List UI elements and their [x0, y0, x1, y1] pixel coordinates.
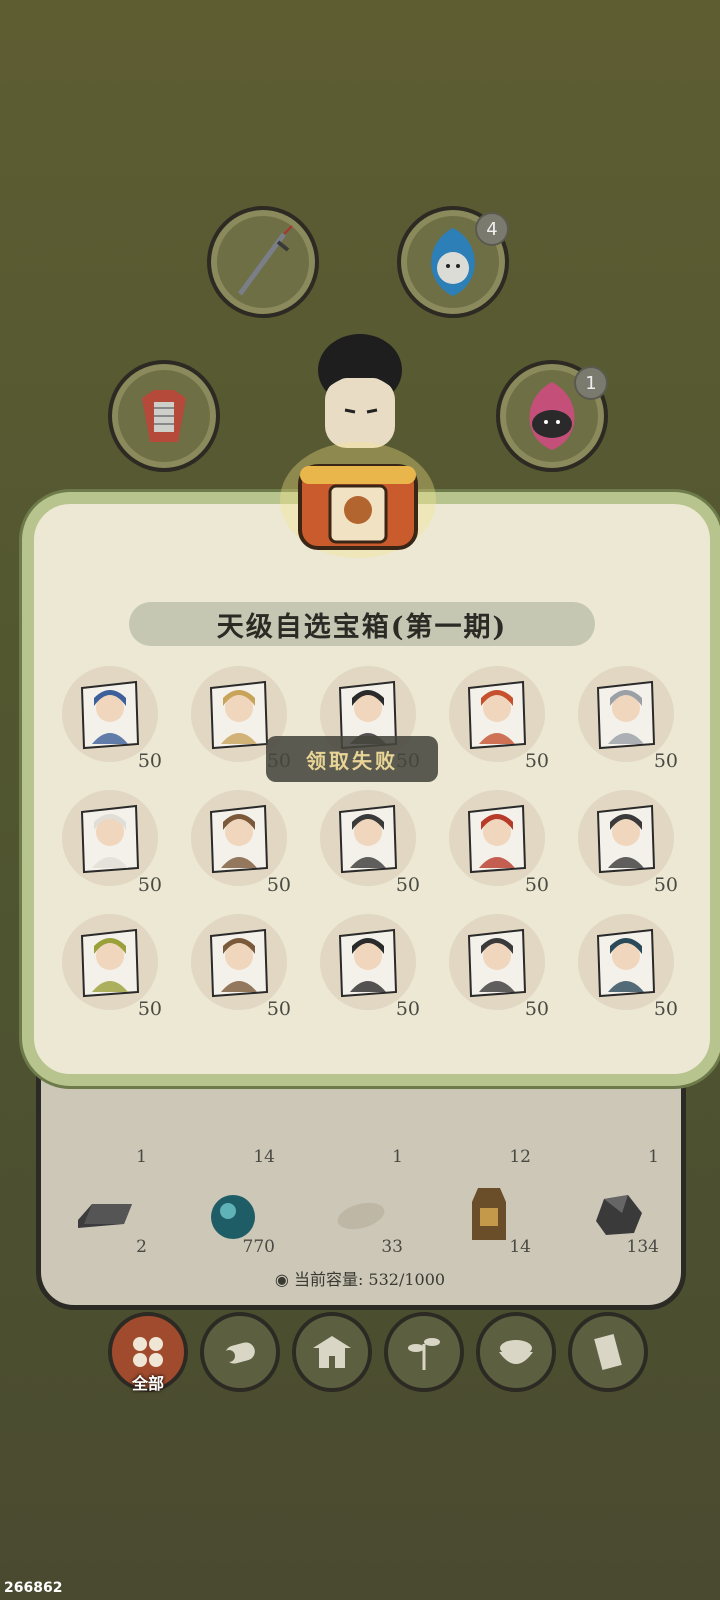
inventory-item[interactable]: 14	[185, 1085, 281, 1167]
tab-scroll[interactable]	[568, 1312, 648, 1392]
inventory-row: 1 14 1 12 1	[41, 1085, 681, 1167]
grid-icon	[133, 1337, 163, 1367]
item-count: 50	[137, 750, 162, 772]
hero-portrait-icon	[209, 680, 269, 750]
item-count: 50	[395, 874, 420, 896]
treasure-chest-icon	[280, 442, 436, 558]
reward-item[interactable]: 50	[572, 662, 682, 772]
item-count: 134	[626, 1237, 659, 1257]
reward-item[interactable]: 50	[56, 662, 166, 772]
item-count: 33	[381, 1237, 403, 1257]
hero-portrait-icon	[338, 804, 398, 874]
bowl-icon	[499, 1340, 533, 1364]
tab-food[interactable]	[476, 1312, 556, 1392]
reward-item[interactable]: 50	[56, 786, 166, 896]
item-count: 14	[509, 1237, 531, 1257]
ore-icon	[596, 1195, 642, 1235]
item-count: 14	[253, 1147, 275, 1167]
item-count: 50	[266, 874, 291, 896]
log-icon	[223, 1342, 255, 1364]
house-icon	[313, 1336, 351, 1368]
item-count: 50	[524, 750, 549, 772]
item-count: 50	[653, 998, 678, 1020]
inventory-item[interactable]: 770	[185, 1175, 281, 1257]
hero-portrait-icon	[80, 804, 140, 874]
tab-all[interactable]: 全部	[108, 1312, 188, 1393]
inventory-item[interactable]: 2	[57, 1175, 153, 1257]
item-count: 50	[266, 998, 291, 1020]
reward-item[interactable]: 50	[185, 910, 295, 1020]
item-count: 50	[137, 998, 162, 1020]
sword-icon	[237, 225, 293, 296]
spirit-blue-slot[interactable]: 4	[397, 206, 509, 318]
token-icon	[472, 1188, 506, 1240]
hero-portrait-icon	[80, 680, 140, 750]
slot-count-badge: 1	[574, 366, 608, 400]
reward-item[interactable]: 50	[443, 910, 553, 1020]
hero-portrait-icon	[596, 680, 656, 750]
tab-wood[interactable]	[200, 1312, 280, 1392]
item-count: 770	[242, 1237, 275, 1257]
hero-portrait-icon	[596, 804, 656, 874]
item-count: 2	[136, 1237, 147, 1257]
item-count: 1	[136, 1147, 147, 1167]
reward-item[interactable]: 50	[443, 662, 553, 772]
category-tabs: 全部	[108, 1312, 648, 1393]
item-count: 50	[395, 998, 420, 1020]
weapon-slot[interactable]	[207, 206, 319, 318]
armor-slot[interactable]	[108, 360, 220, 472]
reward-item[interactable]: 50	[56, 910, 166, 1020]
spirit-orb-icon	[211, 1195, 255, 1239]
dialog-title: 天级自选宝箱(第一期)	[129, 602, 595, 646]
item-count: 1	[648, 1147, 659, 1167]
hero-portrait-icon	[596, 928, 656, 998]
inventory-item[interactable]: 134	[569, 1175, 665, 1257]
reward-item[interactable]: 50	[314, 786, 424, 896]
reward-item[interactable]: 50	[443, 786, 553, 896]
inventory-item[interactable]: 14	[441, 1175, 537, 1257]
hero-portrait-icon	[209, 928, 269, 998]
inventory-item[interactable]: 1	[57, 1085, 153, 1167]
hero-portrait-icon	[467, 680, 527, 750]
scroll-icon	[594, 1333, 622, 1371]
reward-item[interactable]: 50	[314, 910, 424, 1020]
item-count: 50	[524, 998, 549, 1020]
claim-failed-toast: 领取失败	[266, 736, 438, 782]
item-count: 50	[653, 750, 678, 772]
item-count: 50	[524, 874, 549, 896]
inventory-item[interactable]: 12	[441, 1085, 537, 1167]
item-count: 50	[137, 874, 162, 896]
tab-all-label: 全部	[131, 1374, 164, 1393]
reward-item[interactable]: 50	[572, 786, 682, 896]
armor-icon	[142, 390, 186, 442]
hero-portrait-icon	[467, 804, 527, 874]
inventory-item[interactable]: 1	[569, 1085, 665, 1167]
hero-portrait-icon	[80, 928, 140, 998]
tab-herb[interactable]	[384, 1312, 464, 1392]
tab-building[interactable]	[292, 1312, 372, 1392]
item-count: 50	[653, 874, 678, 896]
inventory-item[interactable]: 1	[313, 1085, 409, 1167]
item-count: 1	[392, 1147, 403, 1167]
reward-item[interactable]: 50	[185, 786, 295, 896]
coin-icon: ◉	[274, 1270, 289, 1289]
item-count: 12	[509, 1147, 531, 1167]
iron-ingot-icon	[78, 1204, 132, 1228]
inventory-item[interactable]: 33	[313, 1175, 409, 1257]
slot-count-badge: 4	[475, 212, 509, 246]
build-id: 266862	[4, 1580, 63, 1596]
chest-select-dialog: 天级自选宝箱(第一期) 5050505050505050505050505050…	[22, 492, 720, 1086]
hero-portrait-icon	[467, 928, 527, 998]
reward-item[interactable]: 50	[572, 910, 682, 1020]
capacity-label: ◉ 当前容量: 532/1000	[0, 1266, 720, 1290]
spirit-red-slot[interactable]: 1	[496, 360, 608, 472]
herb-icon	[408, 1338, 440, 1370]
hero-portrait-icon	[209, 804, 269, 874]
capacity-text: 当前容量: 532/1000	[293, 1270, 446, 1289]
inventory-row: 2 770 33 14 134	[41, 1175, 681, 1257]
stone-icon	[337, 1202, 385, 1230]
hero-portrait-icon	[338, 928, 398, 998]
